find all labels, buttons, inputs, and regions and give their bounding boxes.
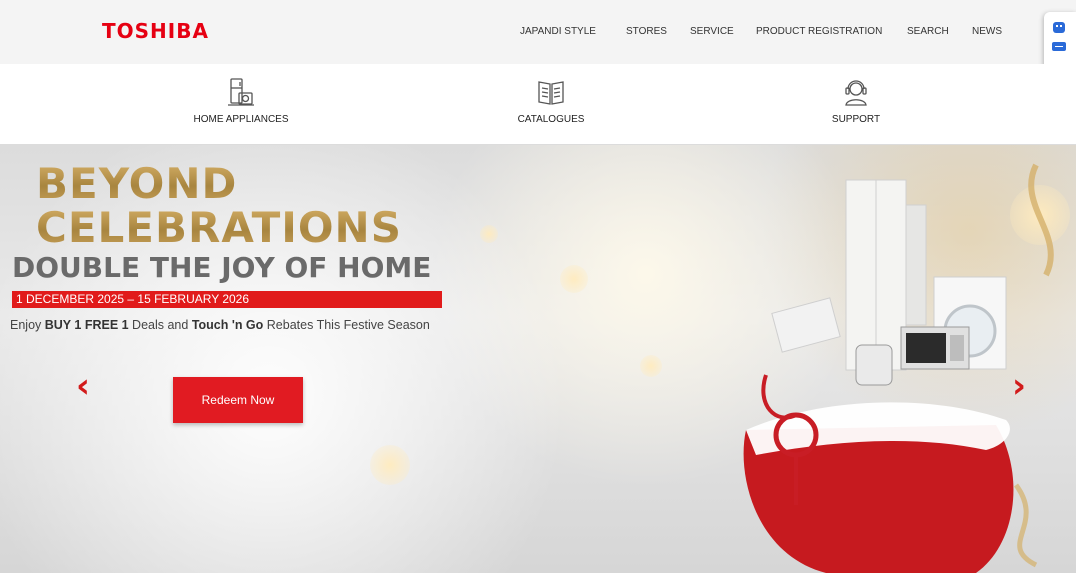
sparkle-decoration bbox=[560, 265, 588, 293]
category-catalogues[interactable]: CATALOGUES bbox=[476, 76, 626, 125]
hero-title-line-2: CELEBRATIONS bbox=[36, 203, 402, 252]
category-support[interactable]: SUPPORT bbox=[781, 76, 931, 125]
top-nav-links: JAPANDI STYLE STORES SERVICE PRODUCT REG… bbox=[0, 26, 1076, 42]
nav-product-registration[interactable]: PRODUCT REGISTRATION bbox=[756, 26, 882, 37]
hero-subtitle: DOUBLE THE JOY OF HOME bbox=[12, 251, 432, 284]
appliances-icon bbox=[228, 78, 254, 106]
nav-news[interactable]: NEWS bbox=[972, 26, 1002, 37]
carousel-prev-arrow-icon[interactable]: ‹ bbox=[76, 369, 90, 403]
redeem-now-button[interactable]: Redeem Now bbox=[173, 377, 303, 423]
promo-description: Enjoy BUY 1 FREE 1 Deals and Touch 'n Go… bbox=[10, 318, 430, 332]
floating-side-widget[interactable] bbox=[1044, 12, 1076, 70]
support-headset-icon bbox=[845, 80, 867, 106]
nav-stores[interactable]: STORES bbox=[626, 26, 667, 37]
promo-appliances-gift-sack-image bbox=[743, 163, 1054, 573]
nav-search[interactable]: SEARCH bbox=[907, 26, 949, 37]
sparkle-decoration bbox=[370, 445, 410, 485]
promo-date-bar: 1 DECEMBER 2025 – 15 FEBRUARY 2026 bbox=[12, 291, 442, 308]
hero-banner[interactable]: BEYOND CELEBRATIONS DOUBLE THE JOY OF HO… bbox=[0, 145, 1076, 573]
catalogue-book-icon bbox=[538, 81, 564, 105]
top-navigation-bar: TOSHIBA JAPANDI STYLE STORES SERVICE PRO… bbox=[0, 0, 1076, 70]
category-bar: HOME APPLIANCES CATALOGUES SUPPORT bbox=[0, 64, 1076, 145]
category-label: CATALOGUES bbox=[517, 114, 585, 125]
hero-title-line-1: BEYOND bbox=[36, 159, 238, 208]
category-label: HOME APPLIANCES bbox=[193, 114, 289, 125]
keyboard-icon[interactable] bbox=[1052, 42, 1066, 51]
nav-japandi-style[interactable]: JAPANDI STYLE bbox=[520, 26, 596, 37]
category-label: SUPPORT bbox=[831, 114, 881, 125]
nav-service[interactable]: SERVICE bbox=[690, 26, 734, 37]
sparkle-decoration bbox=[480, 225, 498, 243]
chat-bot-icon[interactable] bbox=[1053, 22, 1065, 33]
category-home-appliances[interactable]: HOME APPLIANCES bbox=[166, 76, 316, 125]
promo-date-range: 1 DECEMBER 2025 – 15 FEBRUARY 2026 bbox=[16, 292, 250, 306]
sparkle-decoration bbox=[640, 355, 662, 377]
